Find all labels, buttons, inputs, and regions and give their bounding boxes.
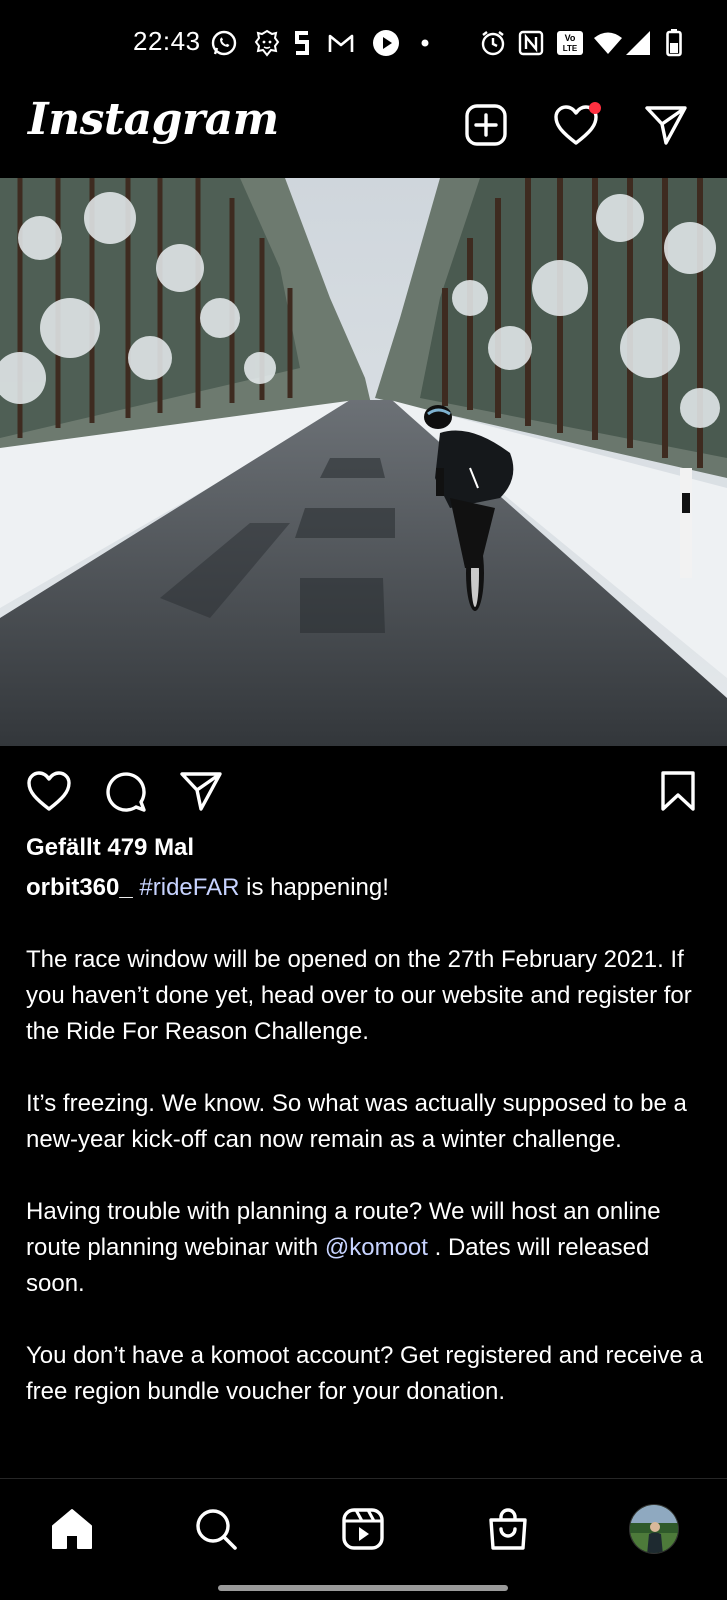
app-bar: Instagram <box>0 84 727 178</box>
search-icon <box>196 1509 237 1550</box>
mention-link[interactable]: @komoot <box>325 1234 428 1261</box>
wifi-icon <box>593 28 623 58</box>
alarm-icon <box>479 28 507 58</box>
home-icon <box>52 1509 92 1549</box>
nav-home[interactable] <box>44 1501 100 1557</box>
nav-reels[interactable] <box>335 1501 391 1557</box>
svg-text:Vo: Vo <box>565 33 576 43</box>
signal-icon <box>624 28 652 58</box>
likes-count[interactable]: Gefällt 479 Mal <box>26 834 194 862</box>
direct-message-button[interactable] <box>641 100 691 150</box>
comment-button[interactable] <box>100 766 150 816</box>
whatsapp-icon <box>209 28 239 58</box>
svg-text:LTE: LTE <box>563 44 578 53</box>
battery-icon <box>665 28 683 58</box>
share-icon <box>180 772 222 811</box>
bottom-navigation <box>0 1478 727 1600</box>
lion-app-icon <box>253 28 281 58</box>
volte-icon: Vo LTE <box>555 28 585 58</box>
status-bar: 22:43 Vo LTE <box>0 0 727 84</box>
s-app-icon <box>292 28 312 58</box>
post-image[interactable] <box>0 178 727 746</box>
direct-message-icon <box>645 106 687 145</box>
comment-icon <box>106 772 146 812</box>
like-icon <box>27 771 71 811</box>
home-indicator[interactable] <box>218 1585 508 1591</box>
caption-headline: is happening! <box>239 874 389 901</box>
hashtag-link[interactable]: #rideFAR <box>139 874 239 901</box>
nav-shop[interactable] <box>480 1501 536 1557</box>
bookmark-button[interactable] <box>653 766 703 816</box>
instagram-logo[interactable]: Instagram <box>28 94 279 145</box>
share-button[interactable] <box>176 766 226 816</box>
shop-icon <box>489 1508 527 1550</box>
nav-profile[interactable] <box>626 1501 682 1557</box>
reels-icon <box>342 1508 384 1550</box>
post-actions <box>0 762 727 818</box>
nav-search[interactable] <box>188 1501 244 1557</box>
post-username[interactable]: orbit360_ <box>26 874 133 901</box>
caption-paragraph-2: It’s freezing. We know. So what was actu… <box>26 1090 687 1153</box>
like-button[interactable] <box>24 766 74 816</box>
post-caption: orbit360_ #rideFAR is happening! The rac… <box>26 870 706 1446</box>
add-post-icon <box>465 104 507 146</box>
notification-dot <box>589 102 601 114</box>
activity-button[interactable] <box>551 100 601 150</box>
status-time: 22:43 <box>133 26 201 56</box>
play-icon <box>371 28 401 58</box>
add-post-button[interactable] <box>461 100 511 150</box>
gmail-icon <box>326 28 356 58</box>
caption-paragraph-1: The race window will be opened on the 27… <box>26 946 692 1045</box>
caption-paragraph-4: You don’t have a komoot account? Get reg… <box>26 1342 703 1405</box>
dot-icon <box>420 28 430 58</box>
nfc-icon <box>517 28 545 58</box>
bookmark-icon <box>661 771 695 811</box>
profile-avatar <box>629 1504 679 1554</box>
winter-road-cyclist-photo <box>0 178 727 746</box>
